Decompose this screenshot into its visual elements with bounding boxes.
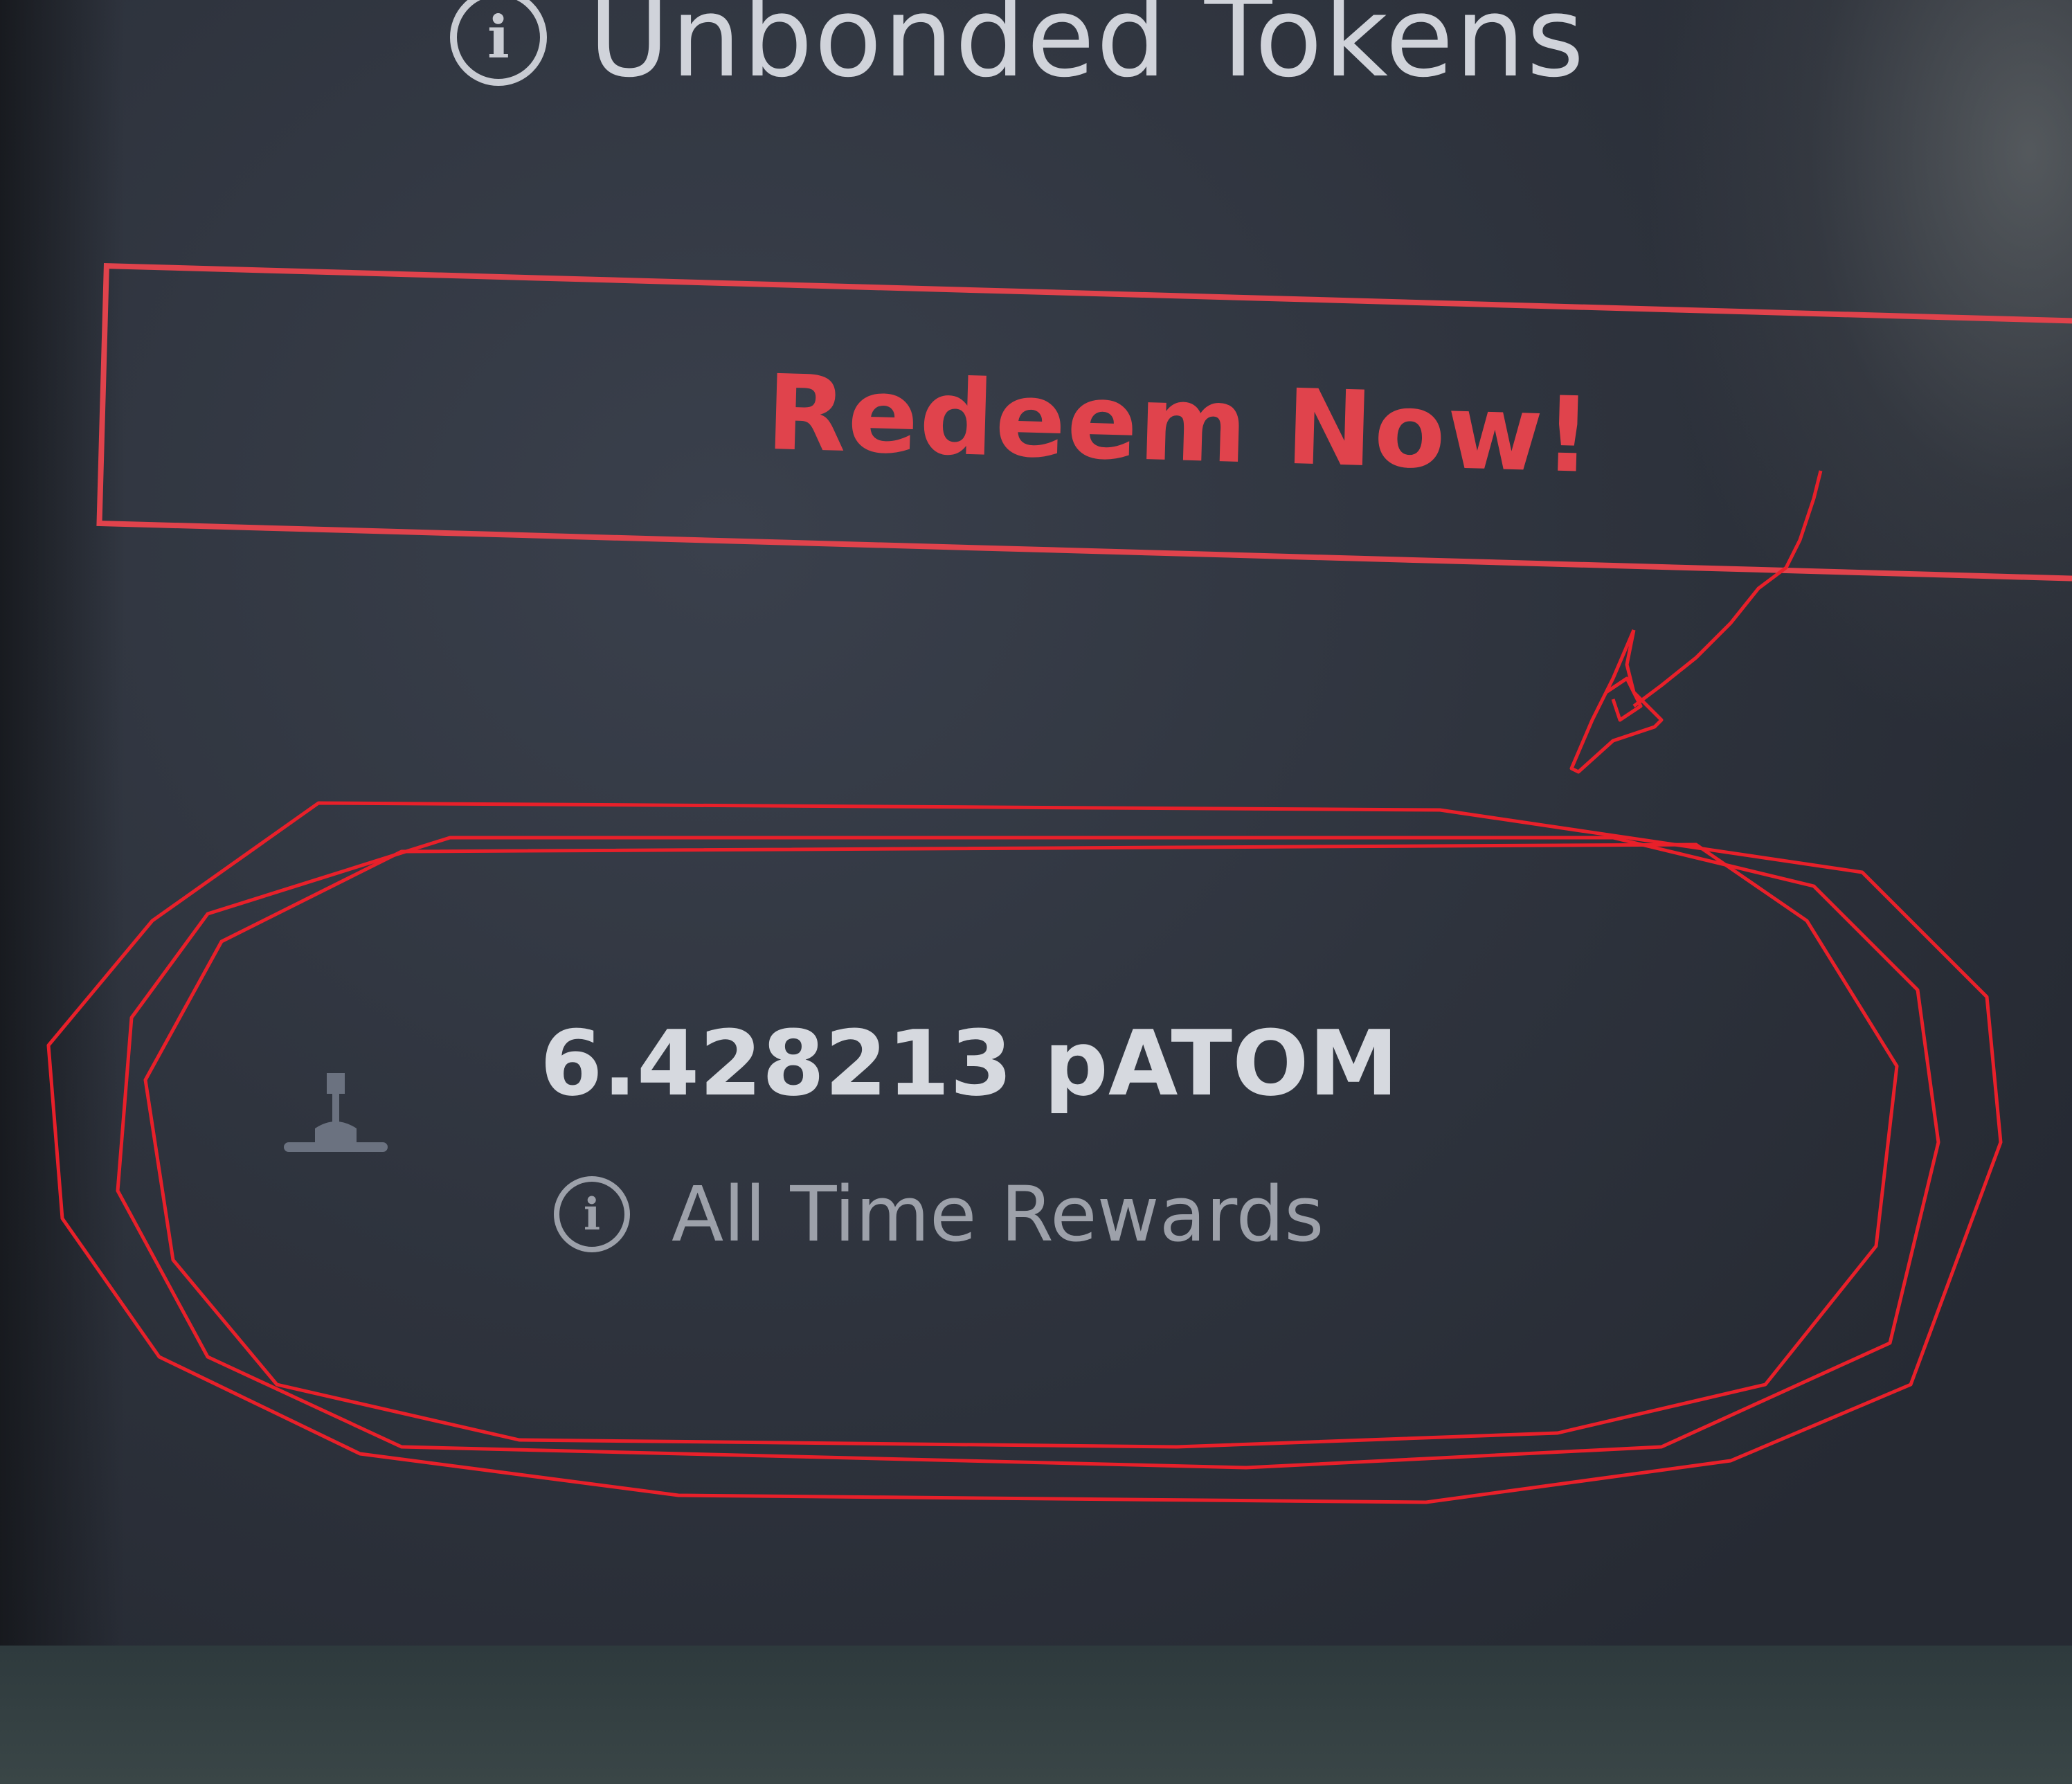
- red-annotation-overlay: [46, 470, 2003, 1504]
- award-icon: [284, 1073, 388, 1152]
- all-time-rewards-label-row: i All Time Rewards: [554, 1170, 1324, 1259]
- monitor-bottom-bezel: [0, 1646, 2072, 1784]
- unbonded-tokens-label: Unbonded Tokens: [588, 0, 1586, 102]
- all-time-rewards-amount: 6.428213 pATOM: [540, 1011, 1398, 1116]
- unbonded-tokens-header: i Unbonded Tokens: [450, 0, 1585, 102]
- app-screen: i Unbonded Tokens Redeem Now! 6.428213 p…: [0, 0, 2072, 1784]
- redeem-now-label: Redeem Now!: [764, 352, 1595, 497]
- info-icon[interactable]: i: [554, 1176, 630, 1252]
- redeem-now-button[interactable]: Redeem Now!: [96, 263, 2072, 582]
- annotation-arrowhead-scribble: [1605, 676, 1643, 722]
- info-icon[interactable]: i: [450, 0, 547, 86]
- all-time-rewards-card: 6.428213 pATOM i All Time Rewards: [277, 1011, 1592, 1301]
- all-time-rewards-label: All Time Rewards: [672, 1170, 1324, 1259]
- annotation-arrowhead: [1569, 629, 1664, 774]
